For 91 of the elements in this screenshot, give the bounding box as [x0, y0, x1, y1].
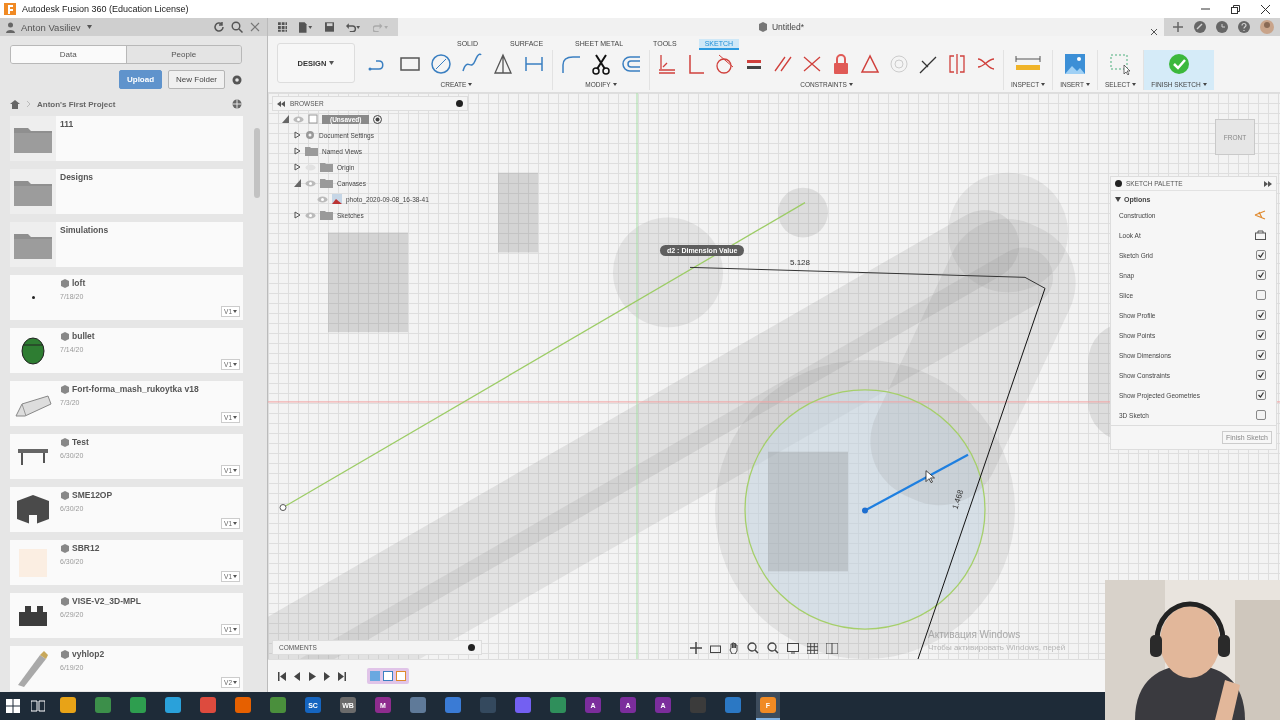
caret-icon	[233, 310, 237, 313]
caret-icon	[1041, 83, 1046, 86]
item-name: bullet	[72, 331, 95, 341]
document-tab[interactable]: Untitled*	[398, 18, 1164, 36]
caret-icon	[1132, 83, 1137, 86]
restore-icon[interactable]	[1230, 4, 1240, 14]
triangle-icon[interactable]	[492, 53, 514, 75]
chevron-icon	[26, 100, 31, 108]
caret-icon	[233, 469, 237, 472]
item-name: Designs	[60, 172, 94, 182]
item-name: loft	[72, 278, 86, 288]
help-icon[interactable]	[1238, 21, 1250, 33]
caret-icon	[612, 83, 617, 86]
folder-card[interactable]: 111	[10, 116, 243, 161]
grid-icon[interactable]	[278, 22, 288, 32]
cube-icon	[60, 649, 69, 659]
scrollbar-thumb[interactable]	[254, 128, 260, 198]
save-icon[interactable]	[324, 22, 334, 32]
task-view-icon[interactable]	[31, 700, 45, 712]
plus-icon[interactable]	[1172, 21, 1184, 33]
fillet-icon[interactable]	[560, 53, 582, 75]
select-icon[interactable]	[1108, 53, 1133, 75]
document-title: Untitled*	[771, 22, 805, 32]
caret-icon	[233, 575, 237, 578]
refresh-icon[interactable]	[213, 21, 225, 33]
cube-icon	[60, 596, 69, 606]
caret-icon	[1085, 83, 1090, 86]
caret-icon	[329, 61, 335, 65]
tab[interactable]: People	[125, 46, 241, 63]
new-folder-button[interactable]: New Folder	[168, 70, 225, 89]
circle-icon[interactable]	[430, 53, 452, 75]
coincident-icon[interactable]	[657, 53, 677, 75]
caret-icon	[233, 522, 237, 525]
cube-icon	[60, 384, 69, 394]
caret-icon	[86, 25, 92, 29]
close-icon[interactable]	[1260, 4, 1270, 14]
step-back-icon[interactable]	[293, 671, 301, 681]
tab[interactable]: Data	[11, 46, 126, 63]
search-icon[interactable]	[231, 21, 243, 33]
caret-icon	[848, 83, 853, 86]
caret-icon	[233, 628, 237, 631]
skip-end-icon[interactable]	[338, 671, 346, 681]
item-name: vyhlop2	[72, 649, 105, 659]
cube-icon	[60, 278, 69, 288]
app-logo-icon	[4, 3, 16, 15]
folder-card[interactable]: Designs	[10, 169, 243, 214]
cube-icon	[757, 22, 768, 32]
item-name: SBR12	[72, 543, 100, 553]
cube-icon	[60, 437, 69, 447]
item-name: SME12OP	[72, 490, 113, 500]
settings-icon[interactable]	[231, 73, 243, 86]
caret-icon	[1202, 83, 1207, 86]
minimize-icon[interactable]	[1200, 8, 1210, 10]
caret-icon	[468, 83, 473, 86]
user-icon	[6, 21, 15, 33]
extensions-icon[interactable]	[1194, 21, 1206, 33]
windows-start-icon[interactable]	[6, 699, 20, 713]
item-name: Fort-forma_mash_rukoytka v18	[72, 384, 199, 394]
breadcrumb[interactable]: Anton's First Project	[37, 99, 226, 109]
file-icon[interactable]	[299, 21, 313, 33]
cube-icon	[60, 490, 69, 500]
home-icon[interactable]	[10, 99, 20, 109]
folder-card[interactable]: Simulations	[10, 222, 243, 267]
tangent-icon[interactable]	[715, 53, 735, 75]
item-name: 111	[60, 119, 74, 129]
globe-icon[interactable]	[232, 99, 242, 109]
cube-icon	[60, 543, 69, 553]
avatar-icon[interactable]	[1260, 20, 1274, 34]
caret-icon	[233, 681, 237, 684]
clock-icon[interactable]	[1216, 21, 1228, 33]
image-icon[interactable]	[1064, 53, 1087, 75]
triangle-icon[interactable]	[860, 53, 880, 75]
lock-icon[interactable]	[831, 53, 851, 75]
close-icon[interactable]	[1150, 28, 1158, 36]
symmetry-icon[interactable]	[947, 53, 967, 75]
caret-icon	[233, 416, 237, 419]
user-name[interactable]: Anton Vasiliev	[21, 21, 81, 33]
step-forward-icon[interactable]	[323, 671, 331, 681]
window-title: Autodesk Fusion 360 (Education License)	[22, 4, 190, 14]
skip-start-icon[interactable]	[278, 671, 286, 681]
scissors-icon[interactable]	[590, 53, 612, 75]
item-name: VISE-V2_3D-MPL	[72, 596, 141, 606]
item-name: Simulations	[60, 225, 109, 235]
caret-icon	[233, 363, 237, 366]
play-icon[interactable]	[308, 671, 316, 681]
undo-icon[interactable]	[345, 22, 361, 32]
item-name: Test	[72, 437, 89, 447]
offset-icon[interactable]	[620, 53, 642, 75]
check-icon[interactable]	[1167, 53, 1190, 75]
perpendicular-icon[interactable]	[686, 53, 706, 75]
cube-icon	[60, 331, 69, 341]
